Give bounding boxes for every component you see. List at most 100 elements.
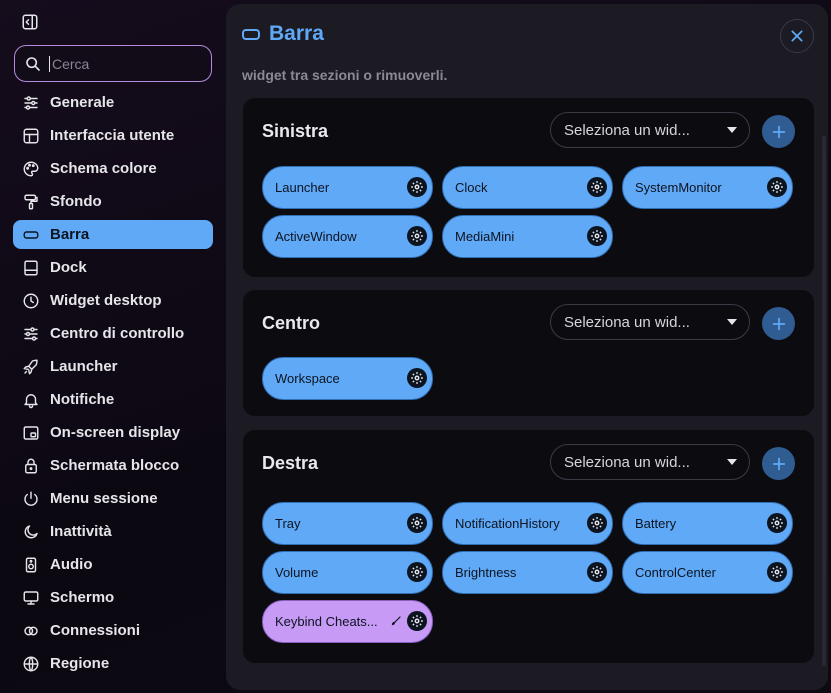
link-icon xyxy=(22,622,40,640)
widget-label: Launcher xyxy=(275,180,330,195)
gear-icon[interactable] xyxy=(587,177,607,197)
search-box[interactable] xyxy=(14,45,212,82)
widget-label: MediaMini xyxy=(455,229,515,244)
monitor-icon xyxy=(22,589,40,607)
widget-chip[interactable]: Workspace xyxy=(262,357,433,400)
sidebar-collapse-icon xyxy=(22,14,38,30)
sidebar-item-label: Menu sessione xyxy=(50,490,158,507)
sidebar-item-label: Generale xyxy=(50,94,115,111)
widget-chip[interactable]: Battery xyxy=(622,502,793,545)
speaker-icon xyxy=(22,556,40,574)
plus-icon xyxy=(772,457,785,470)
search-icon xyxy=(26,56,40,71)
widget-label: Volume xyxy=(275,565,319,580)
close-icon xyxy=(791,30,803,42)
widget-label: NotificationHistory xyxy=(455,516,560,531)
sidebar-item-label: On-screen display xyxy=(50,424,181,441)
clock-icon xyxy=(22,292,40,310)
scrollbar[interactable] xyxy=(822,136,826,666)
section-title: Centro xyxy=(262,313,320,333)
widget-chip[interactable]: NotificationHistory xyxy=(442,502,613,545)
gear-icon[interactable] xyxy=(407,226,427,246)
sliders-icon xyxy=(22,94,40,112)
widget-select[interactable]: Seleziona un wid... xyxy=(550,304,750,340)
chevron-down-icon xyxy=(727,319,737,325)
add-widget-button[interactable] xyxy=(762,447,795,480)
sidebar-item-on-screen-display[interactable]: On-screen display xyxy=(13,418,213,447)
lock-icon xyxy=(22,457,40,475)
sidebar-item-label: Dock xyxy=(50,259,87,276)
widget-label: Brightness xyxy=(455,565,517,580)
gear-icon[interactable] xyxy=(587,226,607,246)
sidebar-item-schema-colore[interactable]: Schema colore xyxy=(13,154,213,183)
widget-chip-custom[interactable]: Keybind Cheats... xyxy=(262,600,433,643)
sidebar-item-label: Connessioni xyxy=(50,622,141,639)
widget-chip[interactable]: ActiveWindow xyxy=(262,215,433,258)
sidebar-item-widget-desktop[interactable]: Widget desktop xyxy=(13,286,213,315)
widget-label: ActiveWindow xyxy=(275,229,357,244)
search-input[interactable] xyxy=(49,55,199,72)
collapse-sidebar-button[interactable] xyxy=(19,11,41,33)
sidebar-item-audio[interactable]: Audio xyxy=(13,550,213,579)
nav-list: Generale Interfaccia utente Schema color… xyxy=(13,88,213,682)
widget-label: ControlCenter xyxy=(635,565,716,580)
widget-chip[interactable]: Brightness xyxy=(442,551,613,594)
sidebar-item-label: Audio xyxy=(50,556,93,573)
widget-chip[interactable]: Tray xyxy=(262,502,433,545)
widget-chip[interactable]: SystemMonitor xyxy=(622,166,793,209)
sidebar-item-label: Sfondo xyxy=(50,193,102,210)
widget-chip[interactable]: Clock xyxy=(442,166,613,209)
gear-icon[interactable] xyxy=(587,513,607,533)
bar-icon xyxy=(22,226,40,244)
widget-chip[interactable]: MediaMini xyxy=(442,215,613,258)
widget-select[interactable]: Seleziona un wid... xyxy=(550,112,750,148)
widget-chip[interactable]: Launcher xyxy=(262,166,433,209)
sidebar-item-sfondo[interactable]: Sfondo xyxy=(13,187,213,216)
gear-icon[interactable] xyxy=(407,611,427,631)
sidebar-item-schermo[interactable]: Schermo xyxy=(13,583,213,612)
layout-icon xyxy=(22,127,40,145)
sidebar-item-interfaccia-utente[interactable]: Interfaccia utente xyxy=(13,121,213,150)
widget-chip[interactable]: Volume xyxy=(262,551,433,594)
sidebar-item-label: Barra xyxy=(50,226,90,243)
sidebar-item-dock[interactable]: Dock xyxy=(13,253,213,282)
close-button[interactable] xyxy=(780,19,814,53)
sidebar-item-launcher[interactable]: Launcher xyxy=(13,352,213,381)
widget-label: Clock xyxy=(455,180,488,195)
gear-icon[interactable] xyxy=(587,562,607,582)
gear-icon[interactable] xyxy=(407,513,427,533)
gear-icon[interactable] xyxy=(767,177,787,197)
sidebar-item-centro-di-controllo[interactable]: Centro di controllo xyxy=(13,319,213,348)
plus-icon xyxy=(772,125,785,138)
sidebar-item-menu-sessione[interactable]: Menu sessione xyxy=(13,484,213,513)
add-widget-button[interactable] xyxy=(762,115,795,148)
sidebar-item-generale[interactable]: Generale xyxy=(13,88,213,117)
page-description: widget tra sezioni o rimuoverli. xyxy=(242,67,448,83)
add-widget-button[interactable] xyxy=(762,307,795,340)
section-destra: Destra Seleziona un wid... Tray Notifica… xyxy=(243,430,814,663)
gear-icon[interactable] xyxy=(407,562,427,582)
sidebar-item-inattivita[interactable]: Inattività xyxy=(13,517,213,546)
widget-chip[interactable]: ControlCenter xyxy=(622,551,793,594)
sidebar-item-label: Schermo xyxy=(50,589,115,606)
sidebar-item-barra[interactable]: Barra xyxy=(13,220,213,249)
widget-label: SystemMonitor xyxy=(635,180,722,195)
widget-select[interactable]: Seleziona un wid... xyxy=(550,444,750,480)
gear-icon[interactable] xyxy=(767,562,787,582)
moon-icon xyxy=(22,523,40,541)
sidebar-item-label: Launcher xyxy=(50,358,118,375)
gear-icon[interactable] xyxy=(407,368,427,388)
sidebar-item-notifiche[interactable]: Notifiche xyxy=(13,385,213,414)
sidebar-item-regione[interactable]: Regione xyxy=(13,649,213,678)
paint-roller-icon xyxy=(22,193,40,211)
gear-icon[interactable] xyxy=(407,177,427,197)
widget-label: Tray xyxy=(275,516,301,531)
sidebar-item-connessioni[interactable]: Connessioni xyxy=(13,616,213,645)
sidebar-item-label: Regione xyxy=(50,655,110,672)
sidebar-item-label: Centro di controllo xyxy=(50,325,185,342)
widget-label: Battery xyxy=(635,516,677,531)
power-icon xyxy=(22,490,40,508)
sidebar-item-label: Interfaccia utente xyxy=(50,127,175,144)
sidebar-item-schermata-blocco[interactable]: Schermata blocco xyxy=(13,451,213,480)
gear-icon[interactable] xyxy=(767,513,787,533)
